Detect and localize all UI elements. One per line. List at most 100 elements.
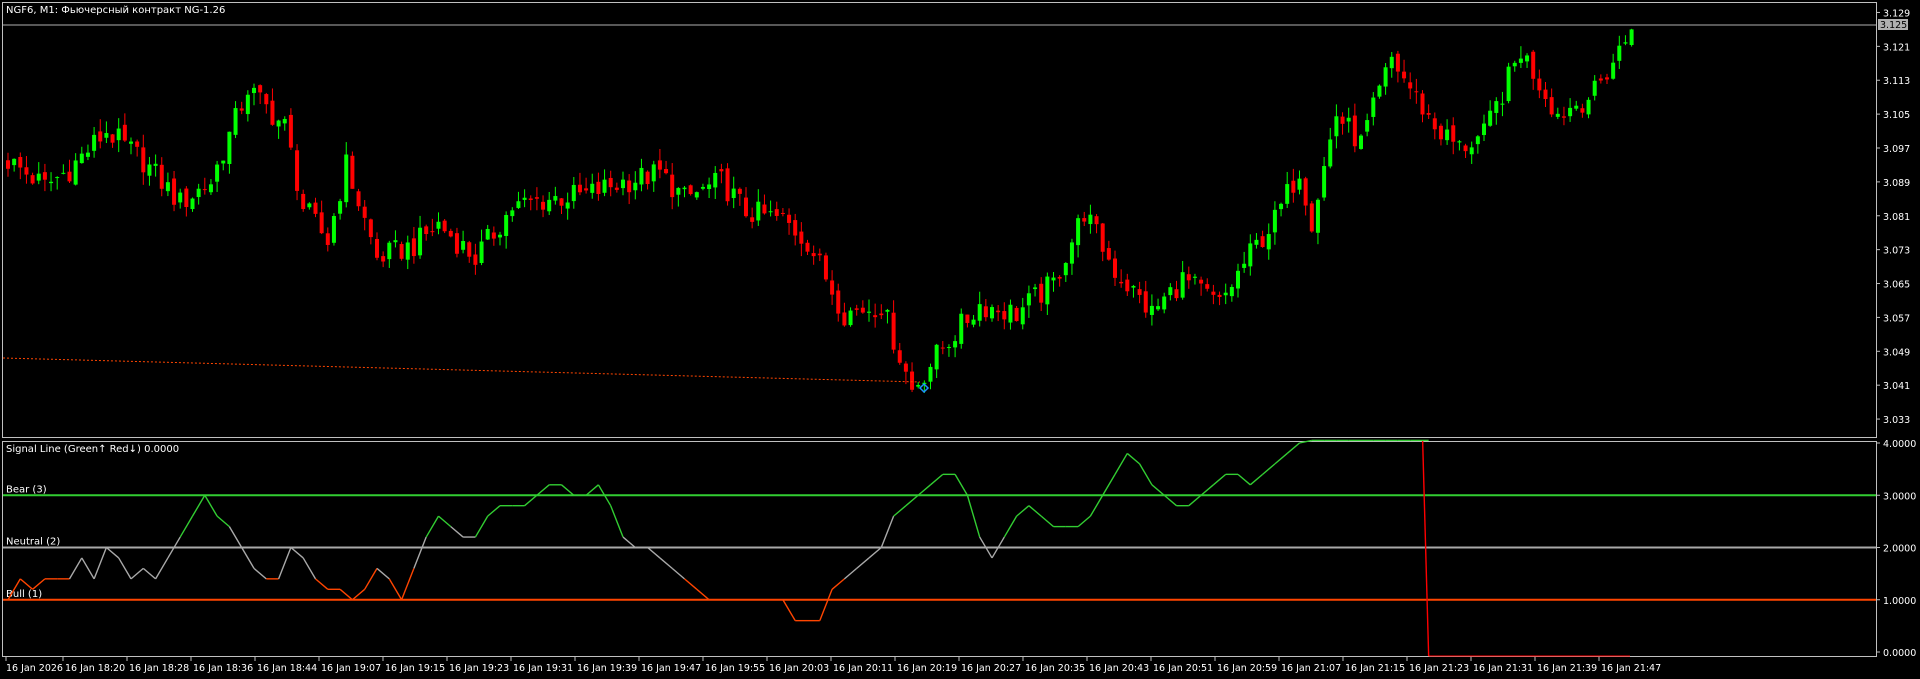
bull-candle [1285, 184, 1290, 204]
bear-candle [1057, 276, 1062, 279]
price-tick-label: 3.073 [1883, 246, 1910, 257]
bear-candle [368, 219, 373, 238]
bear-candle [442, 220, 447, 232]
bull-candle [602, 179, 607, 193]
bear-candle [614, 187, 619, 190]
bear-candle [873, 315, 878, 318]
bull-candle [252, 87, 256, 94]
bear-candle [910, 371, 915, 390]
bull-candle [1574, 105, 1579, 109]
bull-candle [1500, 103, 1505, 105]
bull-candle [1266, 234, 1271, 250]
bear-candle [411, 238, 416, 257]
bear-candle [577, 184, 582, 193]
bull-candle [61, 172, 66, 174]
bear-candle [1537, 78, 1542, 91]
bear-candle [1426, 113, 1431, 115]
bull-candle [1322, 166, 1327, 198]
bull-candle [79, 153, 84, 164]
bull-candle [1611, 62, 1616, 79]
bull-candle [116, 128, 121, 141]
time-tick-label: 16 Jan 19:07 [321, 663, 381, 674]
bear-candle [891, 312, 896, 350]
bull-candle [885, 309, 890, 312]
bull-candle [768, 211, 773, 213]
bull-candle [522, 197, 527, 200]
bull-candle [565, 202, 570, 209]
bear-candle [793, 220, 798, 236]
time-tick-label: 16 Jan 21:39 [1537, 663, 1597, 674]
time-tick-label: 16 Jan 20:51 [1153, 663, 1213, 674]
bear-candle [1580, 108, 1585, 113]
time-tick-label: 16 Jan 18:36 [193, 663, 253, 674]
bear-candle [762, 204, 767, 214]
indicator-tick-label: 1.0000 [1883, 596, 1916, 607]
bull-candle [1149, 305, 1154, 315]
bull-candle [276, 120, 281, 127]
bear-candle [1402, 71, 1407, 79]
bull-candle [1555, 113, 1560, 117]
bull-candle [1592, 80, 1597, 96]
bull-candle [85, 152, 90, 157]
bear-candle [42, 172, 47, 180]
time-tick-label: 16 Jan 18:28 [129, 663, 189, 674]
bull-candle [516, 201, 521, 208]
bull-candle [1346, 117, 1351, 122]
bear-candle [744, 197, 748, 217]
bull-candle [1248, 243, 1253, 267]
bull-candle [215, 164, 220, 182]
bear-candle [135, 141, 140, 147]
time-tick-label: 16 Jan 21:07 [1281, 663, 1341, 674]
time-tick-label: 16 Jan 19:15 [385, 663, 445, 674]
bear-candle [399, 244, 404, 259]
bear-candle [1143, 291, 1148, 313]
bear-candle [965, 314, 970, 323]
bull-candle [418, 227, 423, 256]
bear-candle [1561, 116, 1566, 118]
bull-candle [208, 184, 213, 193]
bull-candle [479, 241, 484, 263]
time-tick-label: 16 Jan 20:35 [1025, 663, 1085, 674]
bull-candle [153, 163, 158, 166]
price-tick-label: 3.105 [1883, 110, 1910, 121]
time-tick-label: 16 Jan 18:20 [65, 663, 125, 674]
chart-window[interactable]: 3.129 3.121 3.113 3.105 3.097 3.089 3.081 3.073… [0, 0, 1920, 679]
bull-candle [971, 319, 976, 325]
bull-candle [959, 313, 964, 344]
bull-candle [1026, 293, 1031, 306]
bull-candle [307, 203, 312, 208]
bear-candle [608, 177, 613, 188]
bull-candle [621, 179, 625, 189]
bull-candle [1297, 178, 1302, 190]
bull-candle [1020, 307, 1025, 325]
bear-candle [288, 114, 293, 148]
bull-candle [1506, 66, 1511, 102]
bear-candle [996, 310, 1001, 313]
bull-candle [934, 344, 939, 370]
bear-candle [836, 290, 841, 314]
price-tick-label: 3.057 [1883, 313, 1910, 324]
bull-candle [104, 133, 109, 138]
bull-candle [387, 242, 392, 260]
bear-candle [6, 160, 10, 169]
bear-candle [1414, 91, 1419, 93]
bull-candle [1051, 277, 1056, 281]
indicator-title: Signal Line (Green↑ Red↓) 0.0000 [6, 444, 179, 455]
bear-candle [817, 253, 822, 256]
bear-candle [313, 202, 318, 214]
bull-candle [1457, 141, 1462, 143]
bull-candle [178, 192, 183, 203]
bull-candle [1156, 306, 1161, 310]
bear-candle [842, 312, 847, 326]
bull-candle [977, 304, 982, 321]
bear-candle [1199, 279, 1204, 284]
bear-candle [122, 124, 127, 141]
bull-candle [405, 242, 410, 260]
time-tick-label: 16 Jan 19:39 [577, 663, 637, 674]
level-label: Bear (3) [6, 484, 47, 495]
bear-candle [270, 100, 275, 125]
bull-candle [1069, 242, 1074, 264]
price-tick-label: 3.121 [1883, 42, 1910, 53]
bear-candle [645, 171, 650, 185]
bull-candle [1377, 85, 1382, 97]
